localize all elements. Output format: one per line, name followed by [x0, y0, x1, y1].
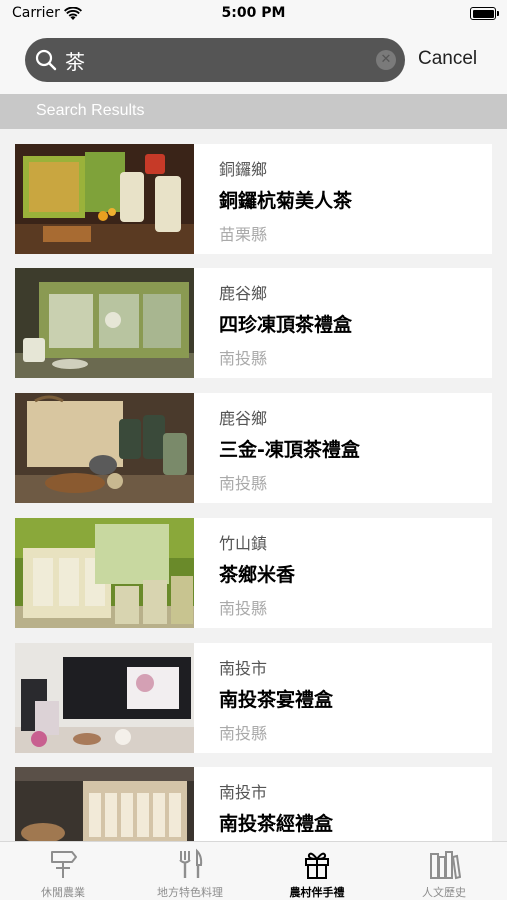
- list-item[interactable]: 銅鑼鄉 銅鑼杭菊美人茶 苗栗縣: [15, 144, 492, 254]
- search-input[interactable]: [65, 46, 365, 74]
- list-item[interactable]: 竹山鎮 茶鄉米香 南投縣: [15, 518, 492, 628]
- tab-label: 人文歷史: [422, 886, 466, 899]
- product-image: [15, 393, 194, 503]
- result-town: 南投市: [219, 783, 268, 802]
- result-town: 竹山鎮: [219, 534, 268, 553]
- tab-cultural-history[interactable]: 人文歷史: [381, 842, 507, 900]
- list-item[interactable]: 南投市 南投茶宴禮盒 南投縣: [15, 643, 492, 753]
- product-image: [15, 268, 194, 378]
- result-county: 南投縣: [219, 599, 268, 618]
- tab-local-cuisine[interactable]: 地方特色料理: [127, 842, 253, 900]
- result-town: 鹿谷鄉: [219, 409, 268, 428]
- results-list[interactable]: 銅鑼鄉 銅鑼杭菊美人茶 苗栗縣 鹿谷鄉 四珍凍頂茶禮盒 南投縣 鹿谷鄉 三金-凍…: [0, 129, 507, 841]
- result-town: 銅鑼鄉: [219, 160, 268, 179]
- tab-rural-souvenirs[interactable]: 農村伴手禮: [254, 842, 380, 900]
- result-name: 銅鑼杭菊美人茶: [219, 190, 353, 212]
- result-town: 鹿谷鄉: [219, 284, 268, 303]
- result-name: 南投茶宴禮盒: [219, 689, 334, 711]
- fork-knife-icon: [175, 848, 205, 884]
- tab-label: 地方特色料理: [157, 886, 223, 899]
- tab-leisure-agriculture[interactable]: 休閒農業: [0, 842, 126, 900]
- result-county: 苗栗縣: [219, 225, 268, 244]
- list-item[interactable]: 鹿谷鄉 四珍凍頂茶禮盒 南投縣: [15, 268, 492, 378]
- result-county: 南投縣: [219, 349, 268, 368]
- product-image: [15, 144, 194, 254]
- clock: 5:00 PM: [221, 5, 286, 21]
- result-name: 四珍凍頂茶禮盒: [219, 314, 353, 336]
- battery-icon: [470, 7, 499, 20]
- search-area: ✕ Cancel: [0, 28, 507, 94]
- tab-bar: 休閒農業 地方特色料理 農村伴手禮 人文歷史: [0, 841, 507, 900]
- tab-label: 農村伴手禮: [289, 886, 345, 899]
- result-name: 南投茶經禮盒: [219, 813, 334, 835]
- books-icon: [429, 848, 462, 884]
- product-image: [15, 767, 194, 841]
- result-name: 三金-凍頂茶禮盒: [219, 439, 360, 461]
- signpost-icon: [48, 848, 78, 884]
- search-field[interactable]: ✕: [25, 38, 405, 82]
- tab-label: 休閒農業: [41, 886, 85, 899]
- gift-icon: [302, 848, 332, 884]
- product-image: [15, 643, 194, 753]
- search-icon: [35, 49, 57, 75]
- cancel-button[interactable]: Cancel: [418, 48, 477, 70]
- clear-icon[interactable]: ✕: [376, 50, 396, 70]
- result-name: 茶鄉米香: [219, 564, 296, 586]
- section-header: Search Results: [0, 94, 507, 129]
- status-bar: Carrier 5:00 PM: [0, 0, 507, 28]
- result-county: 南投縣: [219, 724, 268, 743]
- product-image: [15, 518, 194, 628]
- result-county: 南投縣: [219, 474, 268, 493]
- result-town: 南投市: [219, 659, 268, 678]
- list-item[interactable]: 鹿谷鄉 三金-凍頂茶禮盒 南投縣: [15, 393, 492, 503]
- list-item[interactable]: 南投市 南投茶經禮盒: [15, 767, 492, 841]
- section-header-label: Search Results: [36, 102, 145, 119]
